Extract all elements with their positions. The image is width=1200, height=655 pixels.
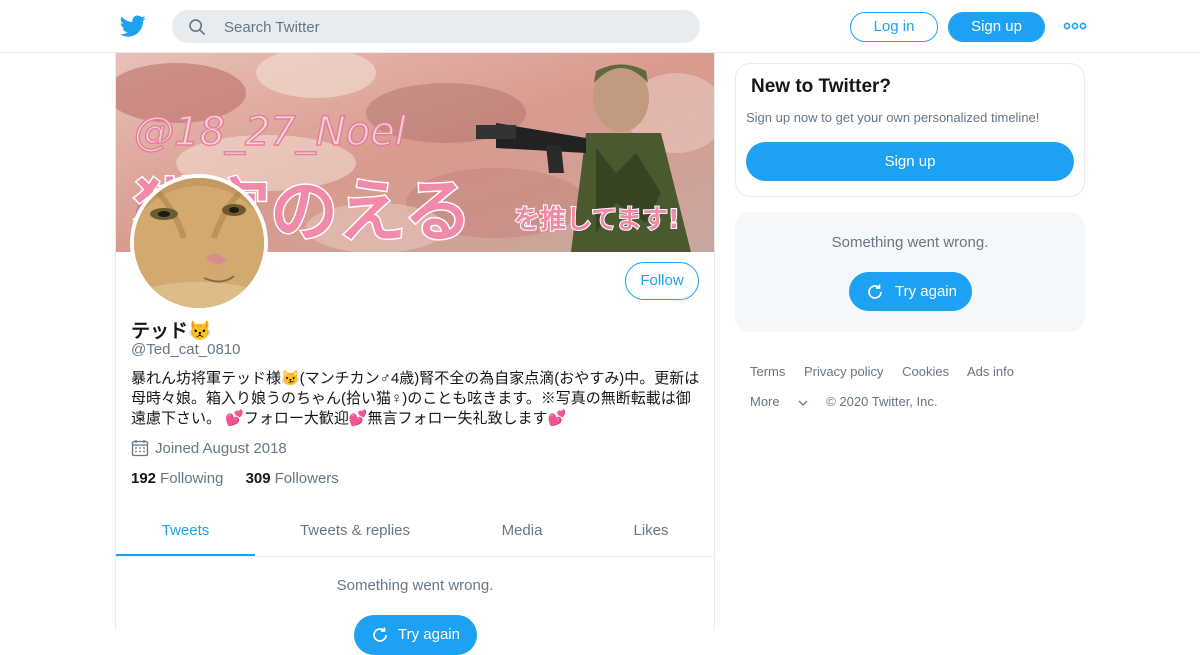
chevron-down-icon [798, 400, 808, 406]
tab-media[interactable]: Media [482, 505, 562, 556]
new-to-twitter-card: New to Twitter? Sign up now to get your … [735, 63, 1085, 197]
profile-column: @18_27_Noel 猫宮のえる を推してます! Follow テッド😾 @T… [115, 53, 715, 655]
footer-link-cookies[interactable]: Cookies [902, 364, 949, 379]
sidebar-error-text: Something went wrong. [831, 234, 989, 251]
signup-card-subtitle: Sign up now to get your own personalized… [746, 110, 1040, 125]
followers-count: 309 [245, 470, 271, 487]
login-button[interactable]: Log in [850, 12, 938, 42]
tab-tweets[interactable]: Tweets [116, 505, 255, 556]
sidebar-try-again-label: Try again [895, 283, 957, 300]
calendar-icon [131, 440, 149, 457]
following-label: Following [160, 470, 224, 487]
more-options-icon[interactable] [1063, 19, 1087, 33]
search-input[interactable] [222, 10, 686, 45]
following-link[interactable]: 192 Following [131, 470, 228, 487]
display-name: テッド😾 [131, 321, 212, 342]
refresh-icon [373, 627, 387, 642]
search-box[interactable] [172, 10, 700, 45]
cat-avatar-image [134, 178, 264, 308]
follow-button[interactable]: Follow [625, 262, 699, 300]
footer-link-ads-info[interactable]: Ads info [967, 364, 1014, 379]
footer-link-privacy[interactable]: Privacy policy [804, 364, 883, 379]
joined-date: Joined August 2018 [131, 439, 287, 457]
footer: Terms Privacy policy Cookies Ads info Mo… [750, 362, 1080, 412]
joined-text: Joined August 2018 [155, 440, 287, 457]
search-icon [189, 19, 206, 36]
twitter-bird-icon[interactable] [120, 13, 146, 39]
sidebar-try-again-button[interactable]: Try again [849, 272, 972, 311]
sidebar-error-card: Something went wrong. Try again [735, 212, 1085, 332]
signup-button[interactable]: Sign up [948, 12, 1045, 42]
profile-tabs: Tweets Tweets & replies Media Likes [116, 505, 714, 557]
footer-link-terms[interactable]: Terms [750, 364, 785, 379]
follow-stats: 192 Following 309 Followers [131, 470, 339, 487]
followers-link[interactable]: 309 Followers [246, 470, 339, 487]
footer-copyright: © 2020 Twitter, Inc. [826, 394, 938, 409]
footer-more-label: More [750, 394, 780, 409]
following-count: 192 [131, 470, 157, 487]
top-bar: Log in Sign up [0, 0, 1200, 53]
refresh-icon [868, 284, 882, 299]
footer-more-menu[interactable]: More [750, 394, 808, 409]
timeline-error-text: Something went wrong. [336, 577, 494, 594]
banner-handle-text: @18_27_Noel [134, 109, 406, 155]
tab-likes[interactable]: Likes [616, 505, 686, 556]
profile-bio: 暴れん坊将軍テッド様😼(マンチカン♂4歳)腎不全の為自家点滴(おやすみ)中。更新… [131, 370, 700, 427]
timeline-try-again-button[interactable]: Try again [354, 615, 477, 655]
signup-card-title: New to Twitter? [751, 76, 892, 97]
followers-label: Followers [274, 470, 339, 487]
avatar[interactable] [130, 174, 268, 312]
signup-card-button[interactable]: Sign up [746, 142, 1074, 181]
timeline-try-again-label: Try again [398, 626, 460, 643]
tab-tweets-replies[interactable]: Tweets & replies [275, 505, 435, 556]
user-handle: @Ted_cat_0810 [131, 341, 241, 358]
banner-tail-text: を推してます! [514, 205, 680, 235]
